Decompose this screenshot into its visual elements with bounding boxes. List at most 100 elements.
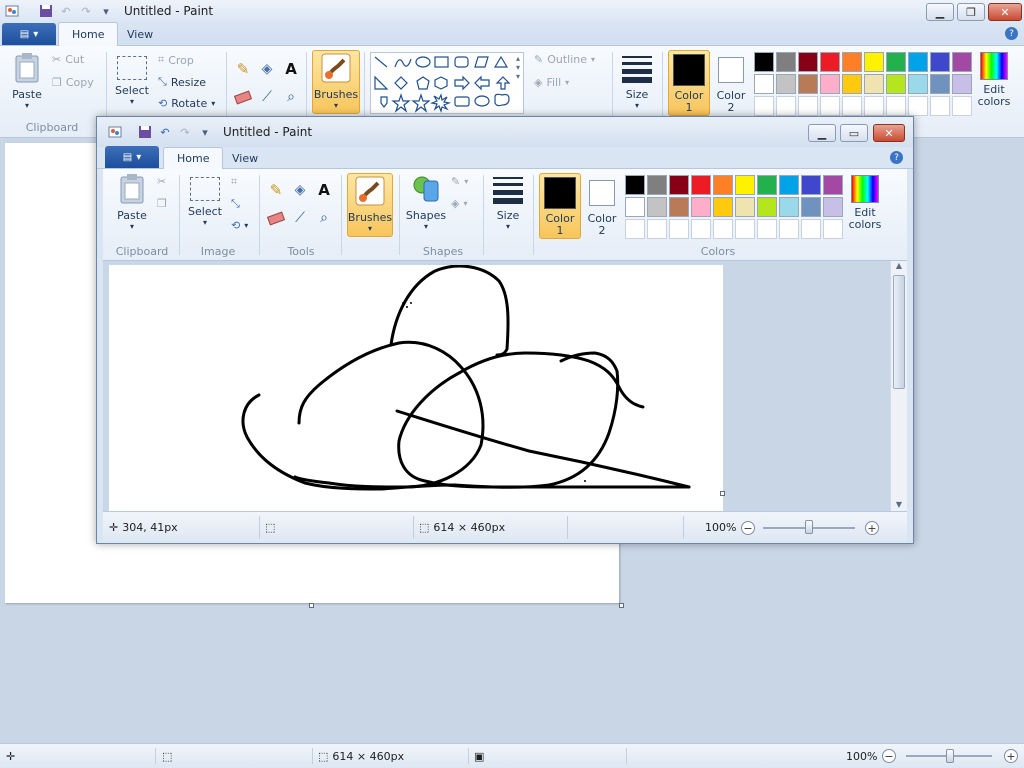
fill-button[interactable]: ◈ Fill ▾ <box>534 76 569 89</box>
rotate-button[interactable]: ⟲ ▾ <box>231 219 248 232</box>
color-swatch[interactable] <box>757 197 777 217</box>
color-swatch[interactable] <box>930 74 950 94</box>
eraser-tool[interactable] <box>232 86 254 108</box>
color-swatch[interactable] <box>820 52 840 72</box>
paint-app-icon[interactable] <box>107 124 123 140</box>
color2-button[interactable]: Color 2 <box>583 177 621 237</box>
custom-color-slot[interactable] <box>713 219 733 239</box>
color-swatch[interactable] <box>647 175 667 195</box>
bg-zoom-slider-thumb[interactable] <box>946 749 954 763</box>
color-swatch[interactable] <box>886 74 906 94</box>
color-swatch[interactable] <box>801 197 821 217</box>
color-swatch[interactable] <box>713 175 733 195</box>
size-button[interactable]: Size ▾ <box>489 173 527 231</box>
bg-zoom-out-button[interactable]: − <box>882 749 896 763</box>
custom-color-slot[interactable] <box>798 96 818 116</box>
custom-color-slot[interactable] <box>886 96 906 116</box>
custom-color-slot[interactable] <box>757 219 777 239</box>
scrollbar-thumb[interactable] <box>893 275 905 389</box>
color-picker-tool[interactable]: ⟋ <box>289 207 311 229</box>
fg-zoom-out-button[interactable]: − <box>741 521 755 535</box>
color-swatch[interactable] <box>823 175 843 195</box>
color-swatch[interactable] <box>908 52 928 72</box>
copy-button[interactable]: ❐ <box>157 197 167 210</box>
pencil-tool[interactable]: ✎ <box>232 58 254 80</box>
custom-color-slot[interactable] <box>691 219 711 239</box>
color-swatch[interactable] <box>779 197 799 217</box>
help-icon[interactable]: ? <box>1005 27 1018 40</box>
save-icon[interactable] <box>38 3 54 19</box>
rotate-button[interactable]: ⟲ Rotate ▾ <box>158 97 215 110</box>
select-button[interactable]: Select ▾ <box>112 52 152 106</box>
cut-button[interactable]: ✂ Cut <box>52 53 84 66</box>
brushes-button[interactable]: Brushes ▾ <box>347 175 393 233</box>
crop-button[interactable]: ⌗ Crop <box>158 53 194 67</box>
color-swatch[interactable] <box>798 52 818 72</box>
custom-color-slot[interactable] <box>930 96 950 116</box>
fill-tool[interactable]: ◈ <box>256 58 278 80</box>
help-icon[interactable]: ? <box>890 151 903 164</box>
magnifier-tool[interactable]: ⌕ <box>313 207 335 229</box>
custom-color-slot[interactable] <box>823 219 843 239</box>
custom-color-slot[interactable] <box>647 219 667 239</box>
custom-color-slot[interactable] <box>842 96 862 116</box>
tab-home[interactable]: Home <box>163 147 224 169</box>
color-swatch[interactable] <box>735 175 755 195</box>
paste-button[interactable]: Paste ▾ <box>113 173 151 231</box>
color-swatch[interactable] <box>842 74 862 94</box>
minimize-button[interactable]: ▁ <box>808 124 836 142</box>
color-swatch[interactable] <box>908 74 928 94</box>
resize-button[interactable]: ⤡ Resize <box>158 75 206 89</box>
color-picker-tool[interactable]: ⟋ <box>256 86 278 108</box>
color-swatch[interactable] <box>952 52 972 72</box>
cut-button[interactable]: ✂ <box>157 175 166 188</box>
text-tool[interactable]: A <box>280 58 302 80</box>
color-swatch[interactable] <box>625 197 645 217</box>
color-swatch[interactable] <box>798 74 818 94</box>
color-swatch[interactable] <box>779 175 799 195</box>
custom-color-slot[interactable] <box>754 96 774 116</box>
custom-color-slot[interactable] <box>864 96 884 116</box>
eraser-tool[interactable] <box>265 207 287 229</box>
tab-view[interactable]: View <box>219 147 271 169</box>
minimize-button[interactable]: ▁ <box>926 3 954 21</box>
custom-color-slot[interactable] <box>779 219 799 239</box>
bg-zoom-in-button[interactable]: + <box>1004 749 1018 763</box>
fill-button[interactable]: ◈ ▾ <box>451 197 467 210</box>
pencil-tool[interactable]: ✎ <box>265 179 287 201</box>
color-swatch[interactable] <box>647 197 667 217</box>
custom-color-slot[interactable] <box>820 96 840 116</box>
resize-button[interactable]: ⤡ <box>231 197 240 211</box>
undo-icon[interactable]: ↶ <box>58 3 74 19</box>
color-swatch[interactable] <box>801 175 821 195</box>
outline-button[interactable]: ✎ Outline ▾ <box>534 53 595 66</box>
custom-color-slot[interactable] <box>952 96 972 116</box>
bg-resize-handle-corner[interactable] <box>619 603 624 608</box>
size-button[interactable]: Size ▾ <box>618 52 656 110</box>
tab-view[interactable]: View <box>114 22 166 46</box>
color-swatch[interactable] <box>886 52 906 72</box>
copy-button[interactable]: ❐ Copy <box>52 76 94 89</box>
vertical-scrollbar[interactable]: ▲ ▼ <box>890 261 907 511</box>
close-button[interactable]: ✕ <box>988 3 1022 21</box>
shapes-button[interactable]: Shapes ▾ <box>405 173 447 231</box>
color-swatch[interactable] <box>823 197 843 217</box>
bg-resize-handle-bottom[interactable] <box>309 603 314 608</box>
color2-button[interactable]: Color 2 <box>712 54 750 114</box>
color1-button[interactable]: Color 1 <box>668 54 710 114</box>
custom-color-slot[interactable] <box>908 96 928 116</box>
custom-color-slot[interactable] <box>669 219 689 239</box>
color1-button[interactable]: Color 1 <box>539 177 581 237</box>
color-swatch[interactable] <box>757 175 777 195</box>
fg-resize-handle-corner[interactable] <box>720 491 725 496</box>
restore-button[interactable]: ❐ <box>957 3 985 21</box>
custom-color-slot[interactable] <box>625 219 645 239</box>
customize-quick-access-icon[interactable]: ▾ <box>98 3 114 19</box>
color-swatch[interactable] <box>952 74 972 94</box>
color-swatch[interactable] <box>776 52 796 72</box>
paint-menu-button[interactable]: ▤ ▾ <box>2 23 56 45</box>
undo-icon[interactable]: ↶ <box>157 124 173 140</box>
tab-home[interactable]: Home <box>58 22 119 46</box>
shapes-gallery[interactable] <box>370 52 524 114</box>
scroll-down-arrow-icon[interactable]: ▼ <box>891 500 907 509</box>
